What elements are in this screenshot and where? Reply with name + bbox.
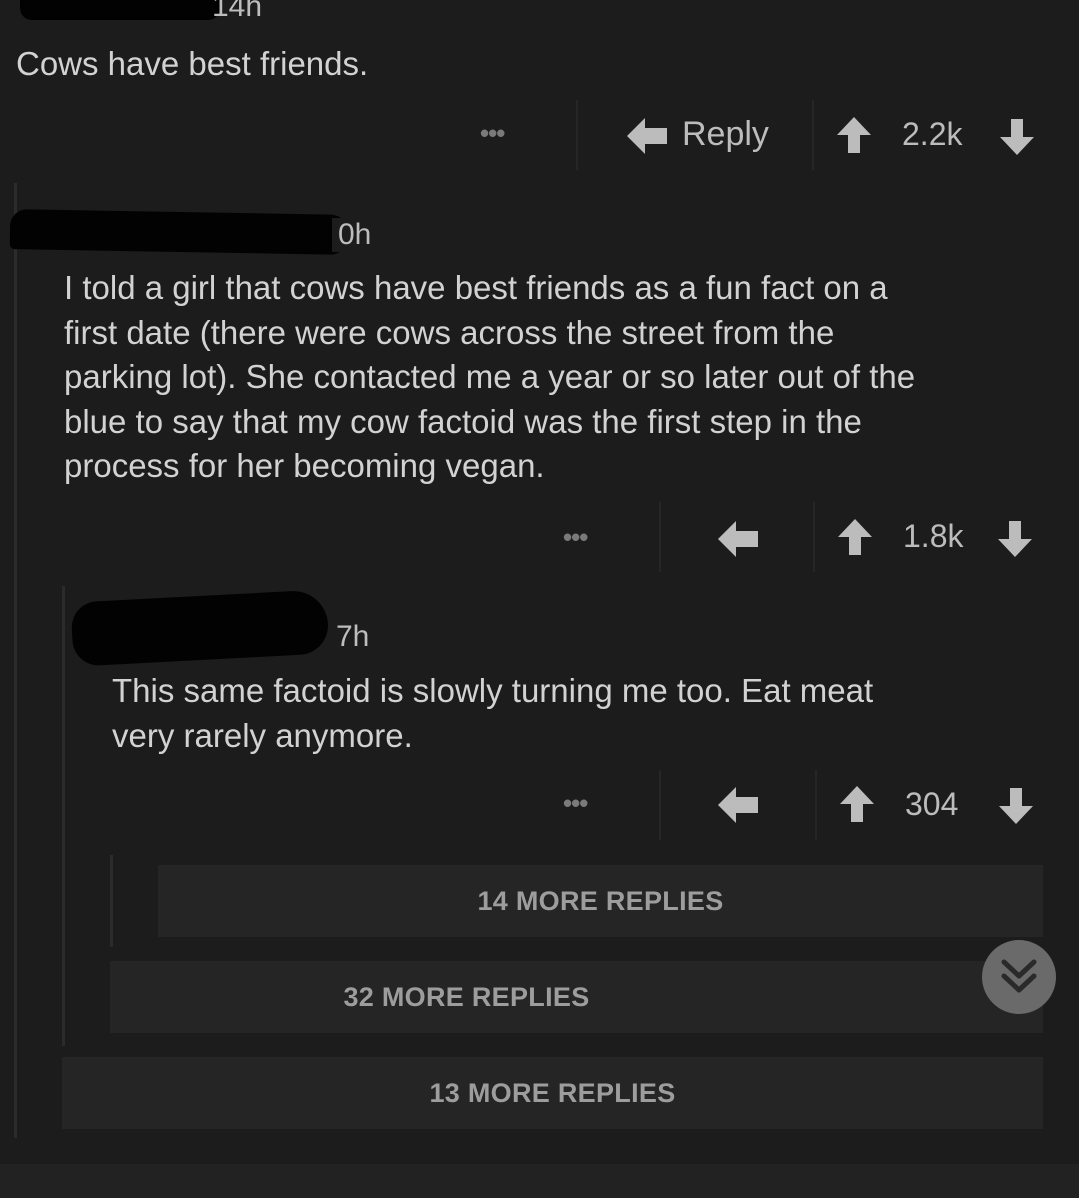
upvote-arrow-icon[interactable]	[837, 117, 871, 153]
action-divider	[576, 100, 578, 170]
reply-arrow-icon[interactable]	[718, 787, 758, 823]
text-line: This same factoid is slowly turning me t…	[112, 672, 874, 709]
redacted-username	[9, 209, 351, 255]
comment-text: Cows have best friends.	[16, 45, 369, 82]
more-options-button[interactable]: •••	[563, 788, 588, 819]
redacted-username	[70, 589, 330, 667]
text-line: first date (there were cows across the s…	[64, 313, 835, 351]
thread-line-level-1	[14, 183, 17, 1138]
text-line: I told a girl that cows have best friend…	[64, 269, 888, 306]
next-comment-button[interactable]	[982, 940, 1056, 1014]
text-line: blue to say that my cow factoid was the …	[64, 402, 862, 440]
redacted-username	[20, 0, 220, 20]
action-divider	[812, 100, 814, 170]
upvote-arrow-icon[interactable]	[840, 786, 874, 822]
text-line: process for her becoming vegan.	[64, 447, 545, 484]
score: 2.2k	[902, 116, 963, 152]
more-replies-button[interactable]: 13 MORE REPLIES	[62, 1057, 1043, 1129]
more-replies-button[interactable]: 14 MORE REPLIES	[158, 865, 1043, 937]
more-options-button[interactable]: •••	[480, 118, 505, 149]
downvote-arrow-icon[interactable]	[1000, 119, 1034, 155]
downvote-arrow-icon[interactable]	[999, 788, 1033, 824]
reply-label: Reply	[682, 115, 769, 153]
comment-text: This same factoid is slowly turning me t…	[112, 669, 873, 758]
comment-text: I told a girl that cows have best friend…	[64, 266, 915, 489]
comment-timestamp: 0h	[332, 218, 372, 252]
action-divider	[659, 502, 661, 572]
action-divider	[813, 502, 815, 572]
text-line: very rarely anymore.	[112, 716, 413, 754]
reply-arrow-icon[interactable]	[718, 521, 758, 557]
score: 1.8k	[903, 518, 964, 554]
comment-timestamp: 14h	[212, 0, 263, 23]
downvote-arrow-icon[interactable]	[998, 521, 1032, 557]
double-chevron-down-icon	[1001, 959, 1037, 993]
thread-line-level-2	[62, 586, 65, 1046]
thread-line-level-3	[110, 855, 113, 947]
action-divider	[815, 770, 817, 840]
action-divider	[659, 770, 661, 840]
more-replies-label: 32 MORE REPLIES	[343, 982, 590, 1012]
score: 304	[905, 786, 959, 822]
upvote-arrow-icon[interactable]	[838, 519, 872, 555]
bottom-bar	[0, 1164, 1079, 1198]
text-line: parking lot). She contacted me a year or…	[64, 358, 916, 395]
more-replies-button[interactable]: 32 MORE REPLIES	[110, 961, 1043, 1033]
reply-arrow-icon	[627, 118, 667, 154]
comment-timestamp: 7h	[336, 620, 370, 653]
more-options-button[interactable]: •••	[563, 522, 588, 553]
